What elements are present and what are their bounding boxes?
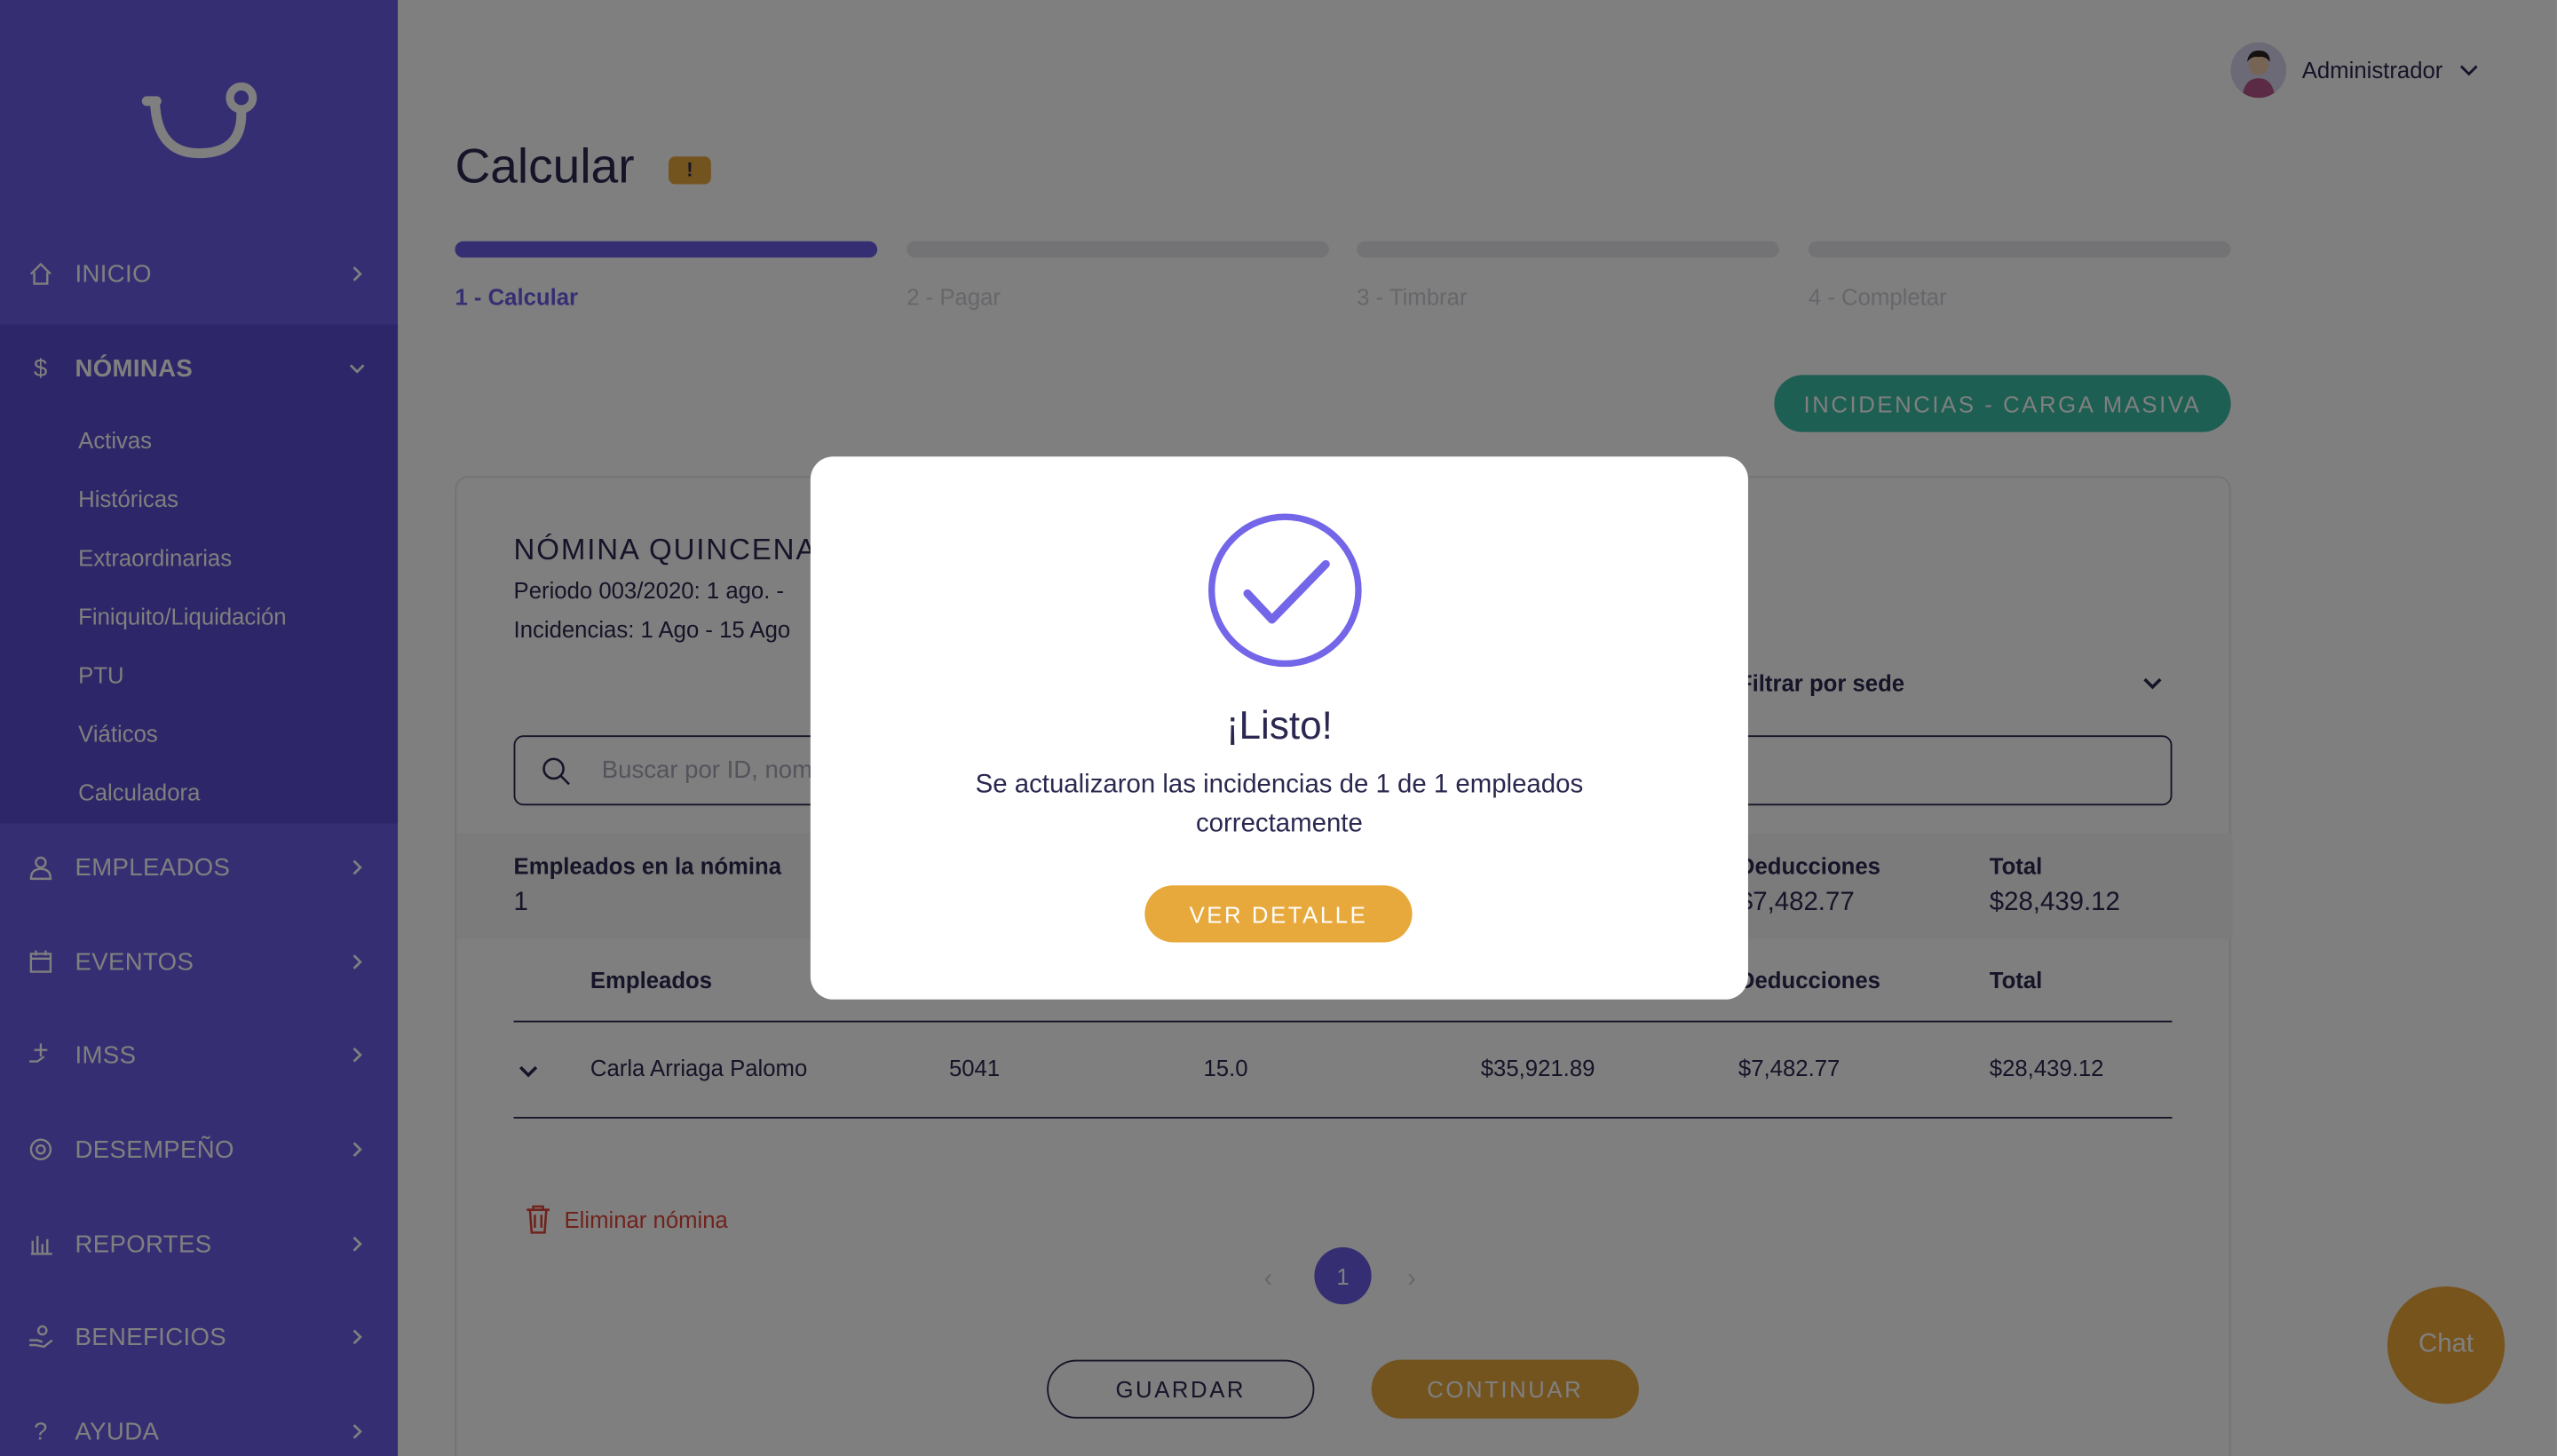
success-modal: ¡Listo! Se actualizaron las incidencias …: [810, 456, 1748, 1000]
check-circle-icon: [1207, 513, 1362, 668]
ver-detalle-button[interactable]: VER DETALLE: [1144, 885, 1413, 943]
modal-title: ¡Listo!: [1225, 704, 1333, 748]
modal-message: Se actualizaron las incidencias de 1 de …: [975, 771, 1584, 838]
